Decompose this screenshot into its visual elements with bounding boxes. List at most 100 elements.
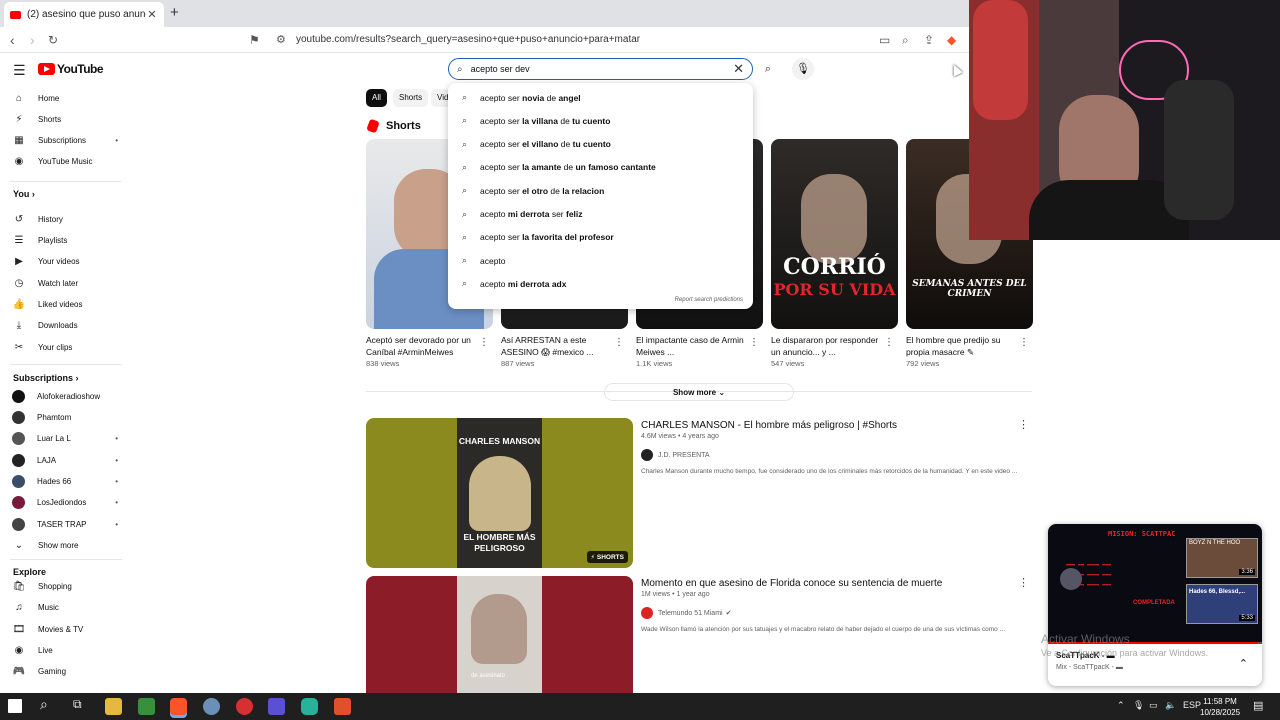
suggestion-item[interactable]: ⌕ acepto ser el otro de la relacion: [448, 179, 753, 202]
sidebar-item-downloads[interactable]: ⤓ Downloads: [12, 318, 112, 334]
suggestion-item[interactable]: ⌕ acepto ser la favorita del profesor: [448, 226, 753, 249]
sidebar-item-music[interactable]: ♫ Music: [12, 600, 112, 616]
network-icon[interactable]: ▭: [1149, 700, 1158, 711]
more-options-icon[interactable]: ⋮: [1019, 337, 1029, 348]
sidebar-item-playlists[interactable]: ☰ Playlists: [12, 233, 112, 249]
clear-search-icon[interactable]: ✕: [733, 61, 744, 77]
sidebar-item-subscription[interactable]: Alofokeradioshow: [12, 388, 112, 404]
browser-tab[interactable]: (2) asesino que puso anuncio pa ✕: [4, 2, 164, 27]
show-hidden-icons[interactable]: ⌃: [1117, 700, 1125, 711]
sidebar-show-more[interactable]: ⌄ Show more: [12, 537, 112, 553]
suggestion-item[interactable]: ⌕ acepto ser novia de angel: [448, 86, 753, 109]
more-options-icon[interactable]: ⋮: [614, 337, 624, 348]
mini-player-screen[interactable]: MISION: SCATTPAC ▬▬▬ ▬▬ ▬▬▬▬ ▬▬▬ ▬▬▬ ▬▬ ▬…: [1048, 524, 1262, 644]
sidebar-item-live[interactable]: ◉ Live: [12, 642, 112, 658]
forward-icon[interactable]: ›: [30, 32, 35, 48]
sidebar-item-subscription[interactable]: TASER TRAP •: [12, 516, 118, 532]
more-options-icon[interactable]: ⋮: [884, 337, 894, 348]
sidebar-item-subscription[interactable]: Luar La L •: [12, 431, 118, 447]
video-thumbnail[interactable]: CHARLES MANSON EL HOMBRE MÁS PELIGROSO ⚡…: [366, 418, 633, 568]
sidebar-item-gaming[interactable]: 🎮 Gaming: [12, 664, 112, 680]
sidebar-item-shorts[interactable]: ⚡ Shorts: [12, 111, 112, 127]
language-indicator[interactable]: ESP: [1183, 700, 1201, 710]
brave-browser-icon[interactable]: [170, 698, 187, 715]
mini-thumb[interactable]: BOYZ N THE HOO 3:36: [1186, 538, 1258, 578]
video-result[interactable]: de asesinato Momento en que asesino de F…: [366, 576, 1032, 693]
brave-shield-icon[interactable]: ◆: [947, 33, 956, 47]
clock[interactable]: 11:58 PM 10/28/2025: [1200, 696, 1240, 718]
sidebar-item-home[interactable]: ⌂ Home: [12, 90, 112, 106]
url-field[interactable]: youtube.com/results?search_query=asesino…: [296, 34, 640, 45]
mic-icon[interactable]: 🎙: [1133, 700, 1144, 711]
more-options-icon[interactable]: ⋮: [1018, 418, 1029, 431]
sidebar-item-subscriptions[interactable]: ▦ Subscriptions •: [12, 133, 118, 149]
share-icon[interactable]: ⇪: [924, 33, 934, 47]
mini-thumb[interactable]: Hades 66, Blessd,... 5:33: [1186, 584, 1258, 624]
notifications-icon[interactable]: ▤: [1253, 699, 1263, 712]
report-predictions-link[interactable]: Report search predictions: [675, 297, 743, 303]
file-explorer-icon[interactable]: [105, 698, 122, 715]
youtube-logo[interactable]: YouTube: [38, 62, 104, 76]
sidebar-item-shopping[interactable]: 🛍 Shopping: [12, 578, 112, 594]
app-icon[interactable]: [236, 698, 253, 715]
reload-icon[interactable]: ↻: [48, 33, 58, 47]
sidebar-item-subscription[interactable]: LosJediondos •: [12, 495, 118, 511]
sidebar-item-watch-later[interactable]: ◷ Watch later: [12, 275, 112, 291]
close-tab-icon[interactable]: ✕: [146, 8, 158, 21]
search-box[interactable]: ⌕ acepto ser dev ✕: [448, 58, 753, 80]
suggestion-item[interactable]: ⌕ acepto ser el villano de tu cuento: [448, 133, 753, 156]
video-title[interactable]: CHARLES MANSON - El hombre más peligroso…: [641, 420, 897, 431]
new-tab-icon[interactable]: +: [170, 4, 179, 21]
suggestion-item[interactable]: ⌕ acepto mi derrota ser feliz: [448, 203, 753, 226]
sidebar-item-history[interactable]: ↺ History: [12, 211, 112, 227]
sidebar-item-movies-tv[interactable]: 🎞 Movies & TV: [12, 621, 112, 637]
task-view-icon[interactable]: ⧉: [73, 697, 82, 712]
video-result[interactable]: CHARLES MANSON EL HOMBRE MÁS PELIGROSO ⚡…: [366, 418, 1032, 568]
short-card[interactable]: CORRIÓ POR SU VIDA Le dispararon por respo…: [771, 139, 898, 368]
windows-start-icon[interactable]: [8, 699, 22, 713]
suggestion-item[interactable]: ⌕ acepto mi derrota adx: [448, 272, 753, 295]
sidebar-item-youtube-music[interactable]: ◉ YouTube Music: [12, 154, 112, 170]
sidebar-item-subscription[interactable]: Hades 66 •: [12, 474, 118, 490]
show-more-button[interactable]: Show more ⌄: [604, 383, 794, 401]
cast-icon[interactable]: ▭: [879, 33, 890, 47]
short-title[interactable]: Le dispararon por responder un anuncio..…: [771, 334, 881, 358]
app-icon[interactable]: [268, 698, 285, 715]
chip-shorts[interactable]: Shorts: [393, 89, 429, 107]
video-title[interactable]: Momento en que asesino de Florida conoce…: [641, 578, 942, 589]
volume-icon[interactable]: 🔈: [1165, 700, 1176, 711]
app-icon[interactable]: [334, 698, 351, 715]
short-title[interactable]: Así ARRESTAN a este ASESINO 😱 #mexico ..…: [501, 334, 611, 358]
video-thumbnail[interactable]: de asesinato: [366, 576, 633, 693]
subscriptions-header[interactable]: Subscriptions ›: [13, 373, 79, 383]
more-options-icon[interactable]: ⋮: [1018, 576, 1029, 589]
sidebar-item-your-clips[interactable]: ✂ Your clips: [12, 339, 112, 355]
more-options-icon[interactable]: ⋮: [749, 337, 759, 348]
search-icon[interactable]: ⌕: [40, 696, 48, 713]
zoom-icon[interactable]: ⌕: [902, 33, 909, 48]
you-header[interactable]: You ›: [13, 189, 35, 199]
search-input[interactable]: acepto ser dev: [471, 64, 733, 74]
search-button[interactable]: ⌕: [757, 59, 779, 79]
site-info-icon[interactable]: ⚙: [276, 33, 286, 46]
chip-all[interactable]: All: [366, 89, 387, 107]
short-title[interactable]: El hombre que predijo su propia masacre …: [906, 334, 1016, 358]
back-icon[interactable]: ‹: [10, 32, 15, 48]
sidebar-item-subscription[interactable]: LAJA •: [12, 452, 118, 468]
channel[interactable]: J.D. PRESENTA: [641, 449, 710, 461]
short-title[interactable]: El impactante caso de Armin Meiwes ...: [636, 334, 746, 358]
bookmark-icon[interactable]: ⚑: [249, 33, 260, 47]
channel[interactable]: Telemundo 51 Miami ✔: [641, 607, 731, 619]
suggestion-item[interactable]: ⌕ acepto ser la villana de tu cuento: [448, 109, 753, 132]
sidebar-item-liked-videos[interactable]: 👍 Liked videos: [12, 296, 112, 312]
short-thumbnail[interactable]: CORRIÓ POR SU VIDA: [771, 139, 898, 329]
mini-player[interactable]: MISION: SCATTPAC ▬▬▬ ▬▬ ▬▬▬▬ ▬▬▬ ▬▬▬ ▬▬ ▬…: [1048, 524, 1262, 686]
app-icon[interactable]: [203, 698, 220, 715]
sidebar-item-your-videos[interactable]: ▶ Your videos: [12, 254, 112, 270]
voice-search-icon[interactable]: 🎙: [792, 58, 814, 80]
menu-icon[interactable]: ☰: [13, 62, 26, 79]
sidebar-item-subscription[interactable]: Phamtom: [12, 410, 112, 426]
more-options-icon[interactable]: ⋮: [479, 337, 489, 348]
store-icon[interactable]: [138, 698, 155, 715]
expand-icon[interactable]: ⌃: [1239, 657, 1248, 670]
